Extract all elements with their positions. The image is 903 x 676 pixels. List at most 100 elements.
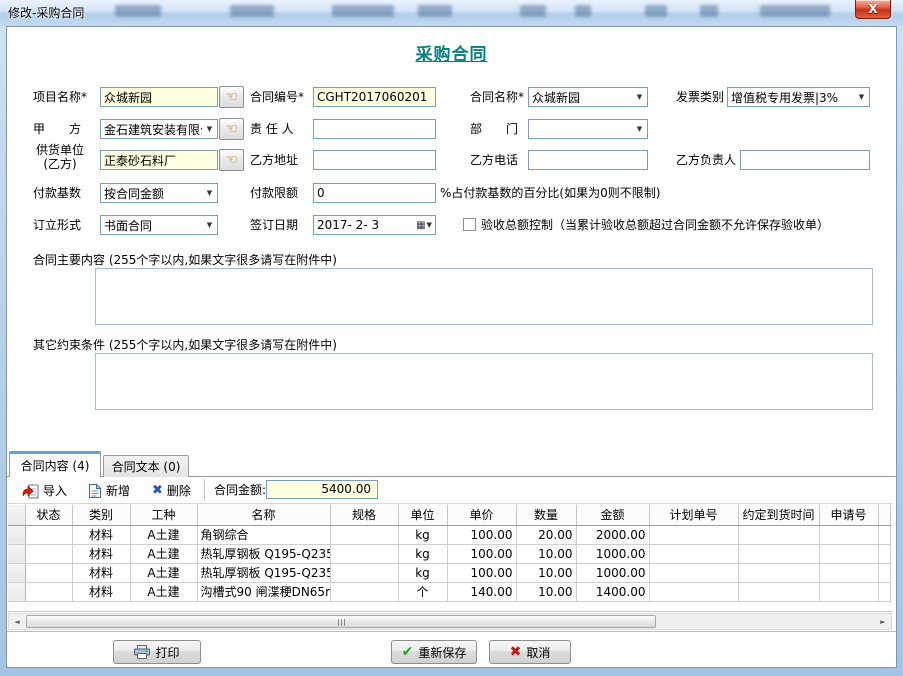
cell (649, 582, 738, 601)
acceptance-control-label: 验收总额控制（当累计验收总额超过合同金额不允许保存验收单） (481, 215, 829, 235)
party-b-phone-input[interactable] (528, 150, 648, 170)
titlebar-ghost (575, 5, 591, 17)
close-button[interactable]: X (855, 0, 891, 19)
column-header[interactable]: 申请号 (819, 505, 878, 525)
party-a-select[interactable]: 金石建筑安装有限公司 ▼ (100, 119, 218, 139)
contract-no-input[interactable] (313, 87, 436, 107)
scroll-left-arrow[interactable]: ◄ (9, 614, 25, 629)
acceptance-control-checkbox[interactable] (463, 218, 476, 231)
delete-button[interactable]: ✖ 删除 (148, 479, 195, 502)
other-terms-textarea[interactable] (95, 353, 873, 410)
cell: A土建 (130, 582, 197, 601)
chevron-down-icon: ▼ (202, 125, 217, 133)
scrollbar-grip (341, 619, 342, 626)
cell (738, 525, 819, 544)
column-header[interactable]: 类别 (72, 505, 130, 525)
project-name-input[interactable] (100, 87, 218, 107)
cell (25, 563, 72, 582)
cell (25, 525, 72, 544)
cell (819, 544, 878, 563)
cell: 角钢综合 (197, 525, 330, 544)
cell: kg (398, 544, 447, 563)
column-header[interactable]: 状态 (25, 505, 72, 525)
table-row[interactable]: 材料A土建热轧厚钢板 Q195-Q235 8kg100.0010.001000.… (8, 563, 890, 582)
party-a-value: 金石建筑安装有限公司 (104, 121, 202, 138)
cell: 材料 (72, 525, 130, 544)
table-row[interactable]: 材料A土建热轧厚钢板 Q195-Q235 2kg100.0010.001000.… (8, 544, 890, 563)
column-header[interactable]: 金额 (576, 505, 649, 525)
cell: kg (398, 525, 447, 544)
cell (25, 544, 72, 563)
delete-icon: ✖ (152, 483, 163, 498)
column-header[interactable]: 工种 (130, 505, 197, 525)
column-header[interactable]: 约定到货时间 (738, 505, 819, 525)
titlebar: 修改-采购合同 X (0, 0, 903, 26)
party-a-lookup-button[interactable]: ☜ (219, 118, 244, 140)
print-button[interactable]: 打印 (113, 640, 201, 664)
cell: 20.00 (516, 525, 576, 544)
payment-limit-input[interactable] (313, 183, 436, 203)
party-b-phone-label: 乙方电话 (470, 150, 518, 170)
toolbar-separator (204, 479, 205, 501)
invoice-type-select[interactable]: 增值税专用发票|3% ▼ (727, 87, 870, 107)
supplier-lookup-button[interactable]: ☜ (219, 149, 244, 171)
cell: 个 (398, 582, 447, 601)
sign-date-label: 签订日期 (250, 215, 298, 235)
cell (819, 563, 878, 582)
department-select[interactable]: ▼ (528, 119, 648, 139)
table-row[interactable]: 材料A土建沟槽式90 闸渫稉DN65mm个140.0010.001400.00 (8, 582, 890, 601)
tab-contract-content[interactable]: 合同内容 (4) (9, 451, 101, 477)
cell (330, 544, 398, 563)
column-header[interactable]: 规格 (330, 505, 398, 525)
contract-name-label: 合同名称* (470, 87, 524, 107)
printer-icon (134, 645, 150, 659)
cell: 热轧厚钢板 Q195-Q235 8 (197, 563, 330, 582)
contract-amount-field[interactable]: 5400.00 (266, 480, 378, 499)
save-button[interactable]: ✔ 重新保存 (391, 640, 477, 664)
project-lookup-button[interactable]: ☜ (219, 86, 244, 108)
cancel-button[interactable]: ✖ 取消 (489, 640, 571, 664)
cell (649, 544, 738, 563)
column-header[interactable]: 计划单号 (649, 505, 738, 525)
chevron-down-icon: ▼ (632, 125, 647, 133)
add-button[interactable]: 新增 (84, 479, 134, 502)
payment-base-select[interactable]: 按合同金额 ▼ (100, 183, 218, 203)
supplier-input[interactable] (100, 150, 218, 170)
invoice-type-value: 增值税专用发票|3% (731, 89, 854, 106)
column-header[interactable]: 单位 (398, 505, 447, 525)
titlebar-ghost (332, 5, 394, 17)
column-header[interactable]: 名称 (197, 505, 330, 525)
responsible-input[interactable] (313, 119, 436, 139)
titlebar-ghost (700, 5, 718, 17)
horizontal-scrollbar[interactable]: ◄ ► (8, 613, 892, 630)
party-b-address-input[interactable] (313, 150, 436, 170)
scroll-right-arrow[interactable]: ► (875, 614, 891, 629)
scrollbar-thumb[interactable] (26, 615, 656, 628)
table-row[interactable]: 材料A土建角钢综合kg100.0020.002000.00 (8, 525, 890, 544)
grid-body: 材料A土建角钢综合kg100.0020.002000.00材料A土建热轧厚钢板 … (8, 525, 890, 601)
column-header[interactable]: 数量 (516, 505, 576, 525)
project-name-label: 项目名称* (33, 87, 87, 107)
sign-date-picker[interactable]: 2017- 2- 3 ▦▼ (313, 215, 436, 235)
cell: 热轧厚钢板 Q195-Q235 2 (197, 544, 330, 563)
chevron-down-icon: ▼ (202, 189, 217, 197)
hand-icon: ☜ (225, 152, 238, 168)
main-content-textarea[interactable] (95, 268, 873, 325)
cell (819, 582, 878, 601)
party-b-manager-input[interactable] (740, 150, 870, 170)
column-header[interactable]: 单价 (447, 505, 516, 525)
cell: A土建 (130, 563, 197, 582)
responsible-label: 责 任 人 (250, 119, 294, 139)
form-type-select[interactable]: 书面合同 ▼ (100, 215, 218, 235)
cell: 2000.00 (576, 525, 649, 544)
import-button[interactable]: 导入 (18, 479, 71, 502)
chevron-down-icon: ▼ (202, 221, 217, 229)
payment-base-label: 付款基数 (33, 183, 81, 203)
tab-contract-text[interactable]: 合同文本 (0) (103, 455, 189, 477)
calendar-icon[interactable]: ▦▼ (413, 216, 435, 234)
page-divider (7, 631, 896, 632)
cell (649, 525, 738, 544)
party-b-manager-label: 乙方负责人 (676, 150, 736, 170)
hand-icon: ☜ (225, 89, 238, 105)
contract-name-select[interactable]: 众城新园 ▼ (528, 87, 648, 107)
